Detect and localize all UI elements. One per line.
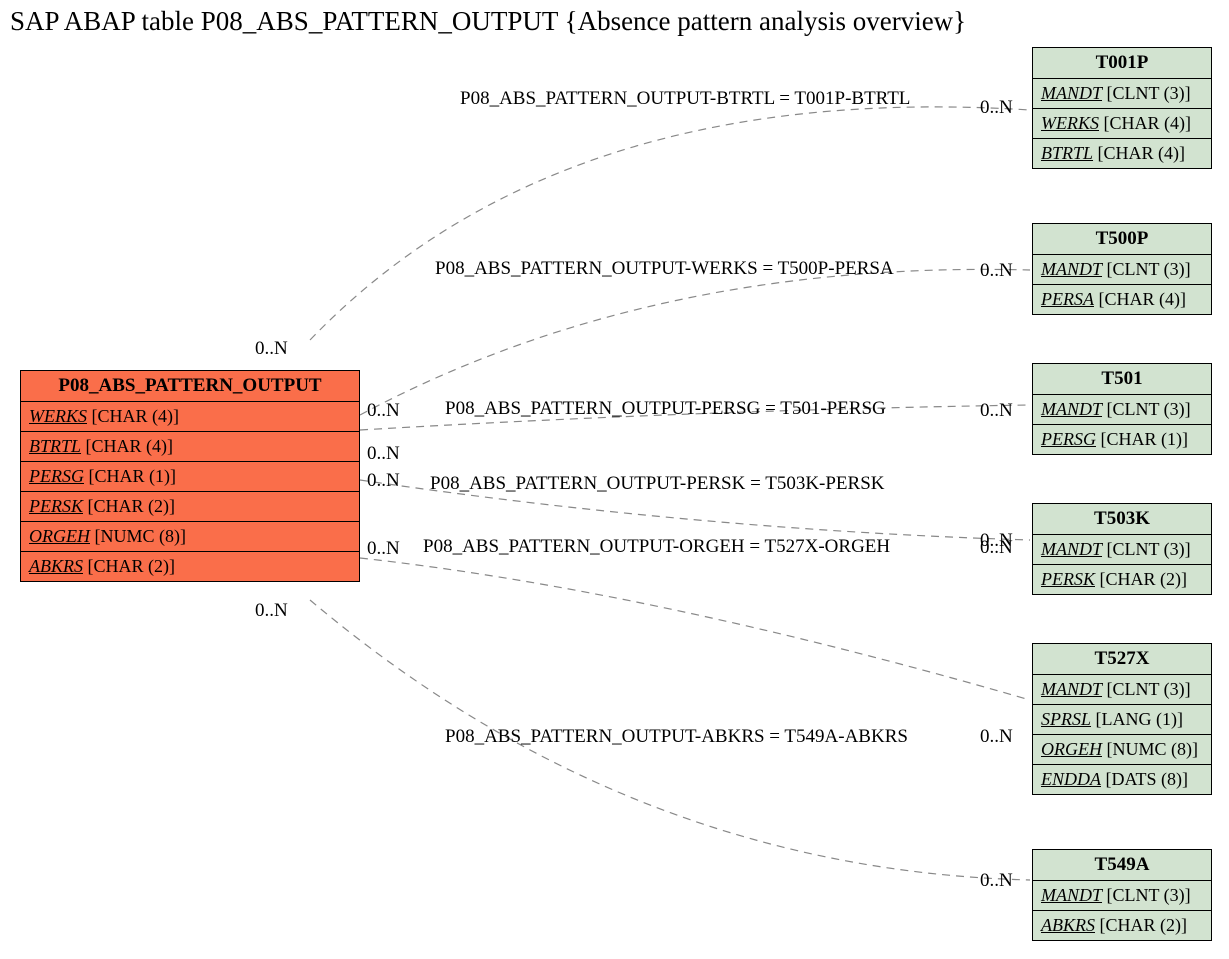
diagram-title: SAP ABAP table P08_ABS_PATTERN_OUTPUT {A… bbox=[10, 6, 966, 37]
entity-main-header: P08_ABS_PATTERN_OUTPUT bbox=[21, 371, 359, 402]
cardinality: 0..N bbox=[255, 600, 288, 622]
entity-header: T001P bbox=[1033, 48, 1211, 79]
cardinality: 0..N bbox=[980, 870, 1013, 892]
rel-label: P08_ABS_PATTERN_OUTPUT-ABKRS = T549A-ABK… bbox=[445, 726, 908, 748]
entity-header: T500P bbox=[1033, 224, 1211, 255]
cardinality: 0..N bbox=[980, 537, 1013, 559]
cardinality: 0..N bbox=[367, 538, 400, 560]
entity-field: PERSA [CHAR (4)] bbox=[1033, 285, 1211, 314]
entity-header: T503K bbox=[1033, 504, 1211, 535]
entity-field: MANDT [CLNT (3)] bbox=[1033, 79, 1211, 109]
entity-t501: T501 MANDT [CLNT (3)] PERSG [CHAR (1)] bbox=[1032, 363, 1212, 455]
entity-field: WERKS [CHAR (4)] bbox=[1033, 109, 1211, 139]
entity-field: ABKRS [CHAR (2)] bbox=[1033, 911, 1211, 940]
cardinality: 0..N bbox=[367, 443, 400, 465]
entity-main: P08_ABS_PATTERN_OUTPUT WERKS [CHAR (4)] … bbox=[20, 370, 360, 582]
entity-header: T527X bbox=[1033, 644, 1211, 675]
entity-t549a: T549A MANDT [CLNT (3)] ABKRS [CHAR (2)] bbox=[1032, 849, 1212, 941]
entity-field: SPRSL [LANG (1)] bbox=[1033, 705, 1211, 735]
entity-field: ABKRS [CHAR (2)] bbox=[21, 552, 359, 581]
entity-field: PERSK [CHAR (2)] bbox=[21, 492, 359, 522]
cardinality: 0..N bbox=[980, 260, 1013, 282]
entity-field: BTRTL [CHAR (4)] bbox=[21, 432, 359, 462]
cardinality: 0..N bbox=[255, 338, 288, 360]
cardinality: 0..N bbox=[980, 97, 1013, 119]
rel-label: P08_ABS_PATTERN_OUTPUT-PERSK = T503K-PER… bbox=[430, 473, 885, 495]
entity-field: PERSG [CHAR (1)] bbox=[21, 462, 359, 492]
cardinality: 0..N bbox=[367, 400, 400, 422]
entity-field: MANDT [CLNT (3)] bbox=[1033, 255, 1211, 285]
entity-t503k: T503K MANDT [CLNT (3)] PERSK [CHAR (2)] bbox=[1032, 503, 1212, 595]
entity-t527x: T527X MANDT [CLNT (3)] SPRSL [LANG (1)] … bbox=[1032, 643, 1212, 795]
cardinality: 0..N bbox=[980, 726, 1013, 748]
entity-field: MANDT [CLNT (3)] bbox=[1033, 395, 1211, 425]
entity-field: PERSK [CHAR (2)] bbox=[1033, 565, 1211, 594]
entity-t500p: T500P MANDT [CLNT (3)] PERSA [CHAR (4)] bbox=[1032, 223, 1212, 315]
cardinality: 0..N bbox=[367, 470, 400, 492]
rel-label: P08_ABS_PATTERN_OUTPUT-BTRTL = T001P-BTR… bbox=[460, 88, 910, 110]
entity-header: T549A bbox=[1033, 850, 1211, 881]
rel-label: P08_ABS_PATTERN_OUTPUT-WERKS = T500P-PER… bbox=[435, 258, 894, 280]
entity-header: T501 bbox=[1033, 364, 1211, 395]
entity-field: ENDDA [DATS (8)] bbox=[1033, 765, 1211, 794]
entity-field: ORGEH [NUMC (8)] bbox=[1033, 735, 1211, 765]
entity-field: BTRTL [CHAR (4)] bbox=[1033, 139, 1211, 168]
entity-field: MANDT [CLNT (3)] bbox=[1033, 675, 1211, 705]
cardinality: 0..N bbox=[980, 400, 1013, 422]
erd-canvas: SAP ABAP table P08_ABS_PATTERN_OUTPUT {A… bbox=[0, 0, 1229, 959]
entity-field: WERKS [CHAR (4)] bbox=[21, 402, 359, 432]
entity-field: PERSG [CHAR (1)] bbox=[1033, 425, 1211, 454]
entity-field: MANDT [CLNT (3)] bbox=[1033, 881, 1211, 911]
entity-t001p: T001P MANDT [CLNT (3)] WERKS [CHAR (4)] … bbox=[1032, 47, 1212, 169]
entity-field: MANDT [CLNT (3)] bbox=[1033, 535, 1211, 565]
entity-field: ORGEH [NUMC (8)] bbox=[21, 522, 359, 552]
rel-label: P08_ABS_PATTERN_OUTPUT-ORGEH = T527X-ORG… bbox=[423, 536, 890, 558]
rel-label: P08_ABS_PATTERN_OUTPUT-PERSG = T501-PERS… bbox=[445, 398, 886, 420]
